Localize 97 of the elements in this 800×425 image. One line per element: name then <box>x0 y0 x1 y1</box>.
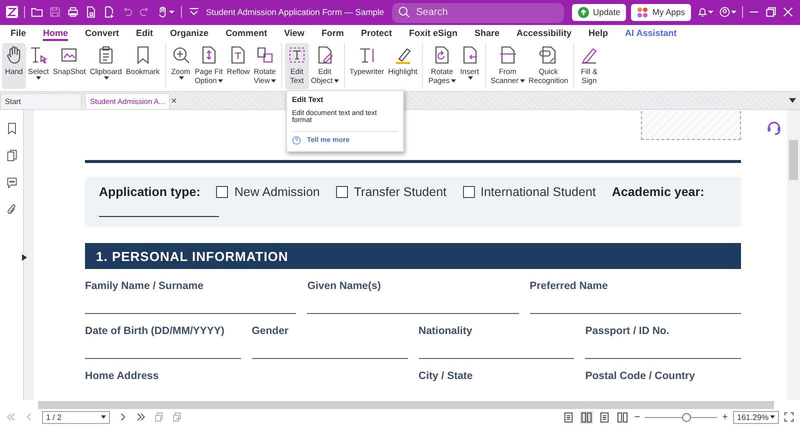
fill-in-line[interactable] <box>85 358 241 360</box>
caret-icon <box>450 78 456 83</box>
view-mode-button[interactable] <box>562 410 576 424</box>
fill-in-line[interactable] <box>252 358 408 360</box>
zoom-icon <box>170 44 191 65</box>
menu-tab[interactable]: Protect <box>352 24 400 42</box>
field-label: Nationality <box>418 325 474 338</box>
fill-in-line[interactable] <box>99 216 219 218</box>
caret-icon <box>218 78 223 83</box>
upload-icon <box>578 6 589 18</box>
caret-icon <box>334 78 339 83</box>
field-label: Home Address <box>85 370 160 382</box>
caret-icon <box>520 78 525 83</box>
hand-dropdown-icon[interactable] <box>157 6 175 18</box>
fill-in-line[interactable] <box>85 313 296 314</box>
checkbox[interactable] <box>336 186 348 198</box>
menu-tab[interactable]: Share <box>466 24 508 42</box>
next-page-icon[interactable] <box>118 412 128 422</box>
menu-tab[interactable]: Accessibility <box>508 24 580 42</box>
update-button[interactable]: Update <box>572 4 626 21</box>
ocr-icon <box>538 44 558 65</box>
menu-tab[interactable]: Home <box>34 24 77 42</box>
field-label: Passport / ID No. <box>585 325 670 338</box>
slider-thumb[interactable] <box>682 412 691 422</box>
caret-icon <box>270 78 276 83</box>
view-mode-button[interactable] <box>580 410 594 424</box>
view-mode-button[interactable] <box>598 410 612 424</box>
menu-tab[interactable]: File <box>2 24 35 42</box>
menu-tab[interactable]: Comment <box>217 24 276 42</box>
search-icon <box>398 6 410 18</box>
checkbox-option[interactable]: Transfer Student <box>336 185 446 200</box>
menu-tab[interactable]: Foxit eSign <box>400 24 466 42</box>
checkbox[interactable] <box>462 186 474 198</box>
caret-icon <box>36 76 42 80</box>
field-label: City / State <box>418 370 474 382</box>
rotate-view-icon <box>254 44 275 65</box>
caret-icon <box>770 415 775 420</box>
field-label: Date of Birth (DD/MM/YYYY) <box>85 325 226 338</box>
horizontal-scrollbar[interactable] <box>38 401 774 410</box>
search-field[interactable]: Search <box>392 2 564 23</box>
fill-in-line[interactable] <box>530 313 741 314</box>
menu-tab[interactable]: Convert <box>76 24 128 42</box>
page-number-field[interactable]: 1 / 2 <box>42 410 110 424</box>
window-title: Student Admission Application Form — Sample <box>206 7 384 18</box>
caret-icon <box>104 76 109 80</box>
menu-tab[interactable]: View <box>276 24 313 42</box>
document-icon[interactable] <box>85 6 97 18</box>
scanner-icon <box>498 44 518 65</box>
close-tab-icon[interactable]: × <box>171 96 177 108</box>
zoom-out-button[interactable]: − <box>634 412 640 423</box>
view-mode-button[interactable] <box>616 410 630 424</box>
fill-in-line[interactable] <box>418 358 574 360</box>
fill-in-line[interactable] <box>585 358 741 360</box>
caret-icon <box>101 415 106 420</box>
new-document-icon[interactable] <box>103 6 115 18</box>
field-label: Academic year: <box>612 185 704 200</box>
menu-tab[interactable]: Edit <box>128 24 162 42</box>
caret-icon <box>468 76 473 80</box>
app-logo-icon[interactable] <box>6 6 18 18</box>
field-label: Gender <box>252 325 290 338</box>
fullscreen-icon[interactable] <box>784 412 794 422</box>
vertical-scrollbar[interactable] <box>787 110 800 400</box>
menu-tab[interactable]: Form <box>312 24 352 42</box>
field-label: Postal Code / Country <box>585 370 696 382</box>
last-page-icon[interactable] <box>136 412 146 422</box>
menu-tab[interactable]: Organize <box>162 24 218 42</box>
field-label: Given Name(s) <box>307 280 382 292</box>
restore-icon[interactable] <box>765 6 777 18</box>
menu-tab[interactable]: Help <box>580 24 617 42</box>
zoom-in-button[interactable]: + <box>722 412 728 423</box>
field-label: Preferred Name <box>530 280 609 292</box>
text-cursor-icon <box>28 44 48 65</box>
caret-icon[interactable] <box>789 98 796 103</box>
bookmark-icon[interactable] <box>6 122 18 136</box>
checkbox[interactable] <box>216 186 228 198</box>
apps-button[interactable]: My Apps <box>631 4 691 21</box>
comment-icon[interactable] <box>6 176 18 190</box>
edit-text-icon <box>286 44 307 65</box>
checkbox-option[interactable]: New Admission <box>216 185 320 200</box>
folder-icon[interactable] <box>31 6 43 18</box>
caret-icon <box>178 76 184 80</box>
paperclip-icon[interactable] <box>6 203 18 216</box>
help-icon <box>292 136 301 145</box>
account-icon[interactable] <box>719 6 737 18</box>
expand-icon[interactable] <box>22 254 27 262</box>
section-header: 1. PERSONAL INFORMATION <box>85 243 741 270</box>
print-icon[interactable] <box>67 6 79 18</box>
close-icon[interactable] <box>782 6 794 18</box>
zoom-field[interactable]: 161.29% <box>733 410 779 424</box>
fill-in-line[interactable] <box>307 313 519 314</box>
menu-tab[interactable]: AI Assistant <box>616 24 686 42</box>
pages-icon[interactable] <box>6 149 18 162</box>
apps-icon <box>637 6 648 18</box>
field-label: Family Name / Surname <box>85 280 204 292</box>
checkbox-option[interactable]: International Student <box>462 185 596 200</box>
bell-icon[interactable] <box>696 6 714 18</box>
field-label: Application type: <box>99 185 200 200</box>
